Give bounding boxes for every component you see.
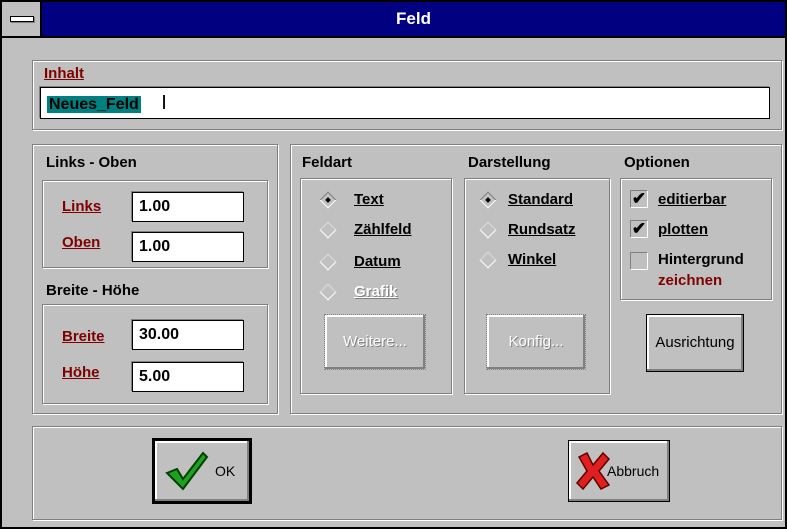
editierbar-label[interactable]: editierbar <box>658 191 726 208</box>
links-oben-title: Links - Oben <box>46 154 137 171</box>
darstellung-winkel-label[interactable]: Winkel <box>508 251 556 268</box>
ausrichtung-button[interactable]: Ausrichtung <box>646 314 744 372</box>
darstellung-standard-label[interactable]: Standard <box>508 191 573 208</box>
system-menu-icon <box>10 16 34 22</box>
title-bar: Feld <box>2 2 785 38</box>
plotten-label[interactable]: plotten <box>658 221 708 238</box>
links-input[interactable]: 1.00 <box>132 192 244 222</box>
hintergrund-label-zeichnen[interactable]: zeichnen <box>658 272 722 289</box>
weitere-button: Weitere... <box>324 314 426 370</box>
oben-input[interactable]: 1.00 <box>132 232 244 262</box>
optionen-title: Optionen <box>624 154 690 171</box>
inhalt-input[interactable]: Neues_Feld I <box>40 87 770 119</box>
plotten-checkbox[interactable]: ✔ <box>630 220 648 238</box>
ok-label: OK <box>215 463 236 479</box>
hoehe-input[interactable]: 5.00 <box>132 362 244 392</box>
ok-button[interactable]: OK <box>152 438 252 504</box>
abbruch-button[interactable]: Abbruch <box>568 440 670 502</box>
oben-label: Oben <box>62 234 101 251</box>
editierbar-checkbox[interactable]: ✔ <box>630 190 648 208</box>
feldart-grafik-label: Grafik <box>354 283 398 300</box>
checkmark-icon <box>165 451 209 491</box>
abbruch-label: Abbruch <box>607 463 660 479</box>
feldart-text-label[interactable]: Text <box>354 191 384 208</box>
text-cursor-icon: I <box>161 92 167 114</box>
darstellung-title: Darstellung <box>468 154 551 171</box>
breite-label: Breite <box>62 328 105 345</box>
system-menu-button[interactable] <box>2 2 42 36</box>
inhalt-label: Inhalt <box>44 65 84 82</box>
feldart-title: Feldart <box>302 154 353 171</box>
hintergrund-label[interactable]: Hintergrund <box>658 251 744 268</box>
inhalt-selected-text: Neues_Feld <box>47 96 141 113</box>
feldart-datum-label[interactable]: Datum <box>354 253 401 270</box>
darstellung-rundsatz-label[interactable]: Rundsatz <box>508 221 576 238</box>
hintergrund-checkbox[interactable] <box>630 252 648 270</box>
feld-dialog: Feld Inhalt Neues_Feld I Links - Oben Li… <box>0 0 787 529</box>
konfig-button: Konfig... <box>486 314 586 370</box>
breite-hoehe-title: Breite - Höhe <box>46 282 140 299</box>
red-x-icon <box>575 451 611 491</box>
breite-input[interactable]: 30.00 <box>132 320 244 350</box>
feldart-zaehlfeld-label[interactable]: Zählfeld <box>354 221 412 238</box>
hoehe-label: Höhe <box>62 364 100 381</box>
window-title: Feld <box>396 9 431 28</box>
links-label: Links <box>62 198 102 215</box>
